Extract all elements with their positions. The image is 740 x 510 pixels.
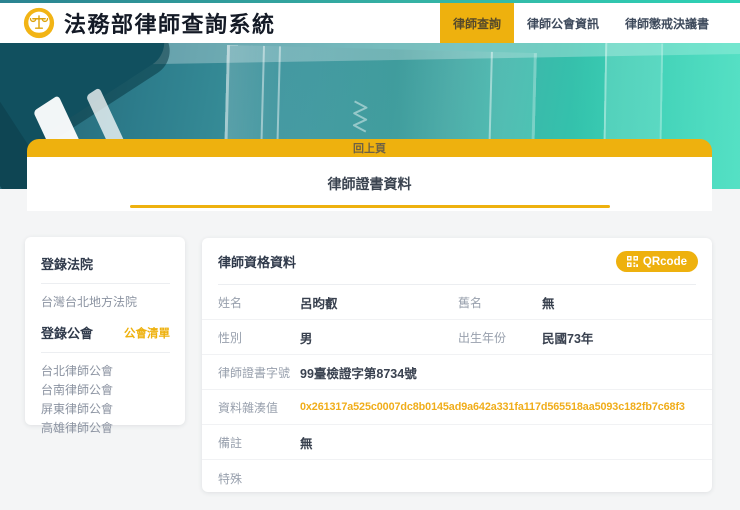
field-value-data-hash[interactable]: 0x261317a525c0007dc8b0145ad9a642a331fa11…: [300, 401, 696, 413]
divider: [41, 283, 170, 284]
field-label-certificate-number: 律師證書字號: [218, 365, 291, 380]
association-item: 台南律師公會: [41, 383, 114, 397]
field-label-old-name: 舊名: [458, 295, 483, 310]
association-heading: 登錄公會: [41, 326, 94, 341]
registration-panel: 登錄法院 台灣台北地方法院 登錄公會 公會清單 台北律師公會 台南律師公會 屏東…: [25, 237, 185, 435]
section-heading: 律師資格資料: [218, 255, 297, 270]
field-label-name: 姓名: [218, 295, 243, 310]
detail-row-gender: 性別 男 出生年份 民國73年: [202, 320, 712, 355]
brand-home-link[interactable]: 法務部律師查詢系統: [22, 5, 276, 41]
association-list-link[interactable]: 公會清單: [124, 325, 170, 341]
moj-emblem-icon: [23, 7, 55, 39]
field-label-remarks: 備註: [218, 435, 243, 450]
brand-title: 法務部律師查詢系統: [64, 12, 276, 38]
nav-tab-lawyer-search[interactable]: 律師查詢: [439, 3, 514, 43]
lawyer-qualification-panel: 律師資格資料 QRcode 姓名 呂昀叡 舊名 無 性別 男 出生年份 民國73…: [202, 238, 712, 492]
main-nav: 律師查詢 律師公會資訊 律師懲戒決議書: [439, 3, 722, 43]
court-heading: 登錄法院: [41, 257, 94, 272]
field-label-birth-year: 出生年份: [458, 330, 507, 345]
qrcode-icon: [626, 256, 638, 267]
page-title-card: 回上頁 律師證書資料: [27, 139, 712, 211]
nav-tab-disciplinary-decisions[interactable]: 律師懲戒決議書: [612, 3, 722, 43]
field-value-remarks: 無: [300, 436, 313, 451]
divider: [41, 352, 170, 353]
qrcode-button[interactable]: QRcode: [615, 251, 698, 272]
association-item: 高雄律師公會: [41, 421, 114, 435]
field-label-special: 特殊: [218, 472, 243, 486]
detail-row-name: 姓名 呂昀叡 舊名 無: [202, 285, 712, 320]
court-name: 台灣台北地方法院: [41, 295, 138, 309]
back-button[interactable]: 回上頁: [27, 139, 712, 157]
field-value-gender: 男: [300, 331, 313, 346]
field-label-data-hash: 資料雜湊值: [218, 400, 279, 415]
detail-row-special: 特殊: [202, 460, 712, 510]
association-item: 台北律師公會: [41, 364, 114, 378]
detail-row-hash: 資料雜湊值 0x261317a525c0007dc8b0145ad9a642a3…: [202, 390, 712, 425]
app-header: 法務部律師查詢系統 律師查詢 律師公會資訊 律師懲戒決議書: [0, 3, 740, 43]
field-value-birth-year: 民國73年: [542, 331, 594, 346]
field-value-name: 呂昀叡: [300, 296, 338, 311]
book-spine-marking: [352, 100, 368, 133]
title-underline: [129, 205, 610, 208]
field-value-certificate-number: 99臺檢證字第8734號: [300, 366, 417, 381]
page-title: 律師證書資料: [327, 176, 412, 192]
detail-row-certificate: 律師證書字號 99臺檢證字第8734號: [202, 355, 712, 390]
nav-tab-bar-association-info[interactable]: 律師公會資訊: [514, 3, 612, 43]
detail-row-remarks: 備註 無: [202, 425, 712, 460]
qrcode-button-label: QRcode: [642, 255, 687, 268]
field-label-gender: 性別: [218, 330, 243, 345]
association-list: 台北律師公會 台南律師公會 屏東律師公會 高雄律師公會: [41, 362, 170, 438]
association-item: 屏東律師公會: [41, 402, 114, 416]
back-button-label: 回上頁: [353, 143, 386, 155]
page-title-band: 律師證書資料: [27, 157, 712, 211]
field-value-old-name: 無: [542, 296, 555, 311]
